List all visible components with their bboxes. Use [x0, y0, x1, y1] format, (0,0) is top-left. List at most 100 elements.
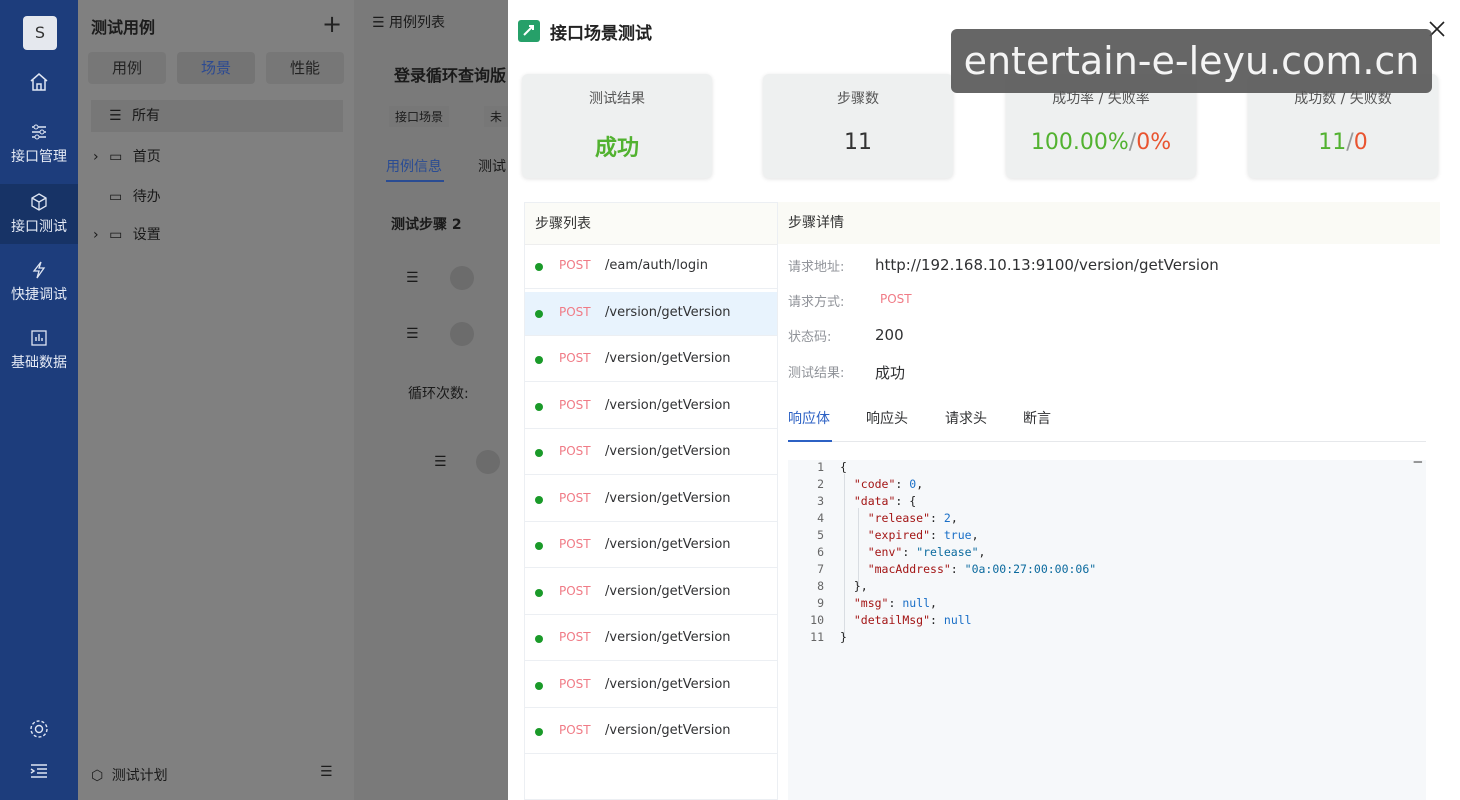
nav-interface-management[interactable]: 接口管理: [0, 122, 78, 172]
drag-handle-icon[interactable]: ☰: [406, 270, 419, 286]
case-title: 登录循环查询版: [394, 66, 507, 85]
line-number: 6: [817, 545, 824, 559]
nav-home[interactable]: [0, 72, 78, 102]
step-path: /eam/auth/login: [605, 258, 708, 273]
watermark: entertain-e-leyu.com.cn: [951, 29, 1432, 93]
segment-scene[interactable]: 场景: [177, 52, 255, 84]
step-list-item[interactable]: POST/version/getVersion: [525, 338, 777, 382]
chart-icon: [31, 330, 47, 346]
cube-icon: [31, 193, 47, 211]
nav-label: 快捷调试: [11, 287, 67, 303]
tree-item-all[interactable]: ☰ 所有: [91, 100, 343, 132]
step-method: POST: [559, 258, 591, 272]
code-line: "data": {: [853, 494, 917, 508]
avatar[interactable]: S: [23, 16, 57, 50]
success-rate: 100.00%: [1030, 130, 1129, 155]
step-path: /version/getVersion: [605, 583, 731, 599]
card-value: 100.00%/0%: [1006, 130, 1196, 155]
step-list-item[interactable]: POST/version/getVersion: [525, 570, 777, 615]
tree-item-label: 设置: [132, 227, 161, 243]
status-dot: [535, 356, 543, 364]
step-list-item[interactable]: POST/version/getVersion: [525, 431, 777, 475]
step-method: POST: [559, 537, 591, 551]
gear-icon[interactable]: [28, 718, 50, 740]
nav-label: 接口测试: [11, 219, 67, 235]
add-icon[interactable]: +: [322, 10, 342, 38]
nav-label: 基础数据: [11, 355, 67, 371]
line-number: 7: [817, 562, 824, 576]
status-dot: [535, 542, 543, 550]
status-dot: [535, 449, 543, 457]
step-path: /version/getVersion: [605, 304, 731, 320]
step-method: POST: [559, 583, 591, 598]
step-method: POST: [559, 397, 591, 412]
drawer-header: 接口场景测试: [518, 18, 652, 44]
test-result: 成功: [875, 364, 906, 382]
step-list-item[interactable]: POST/version/getVersion: [525, 384, 777, 429]
test-plan-link[interactable]: ⬡ 测试计划: [91, 765, 168, 785]
step-method: POST: [559, 351, 591, 365]
drag-handle-icon[interactable]: ☰: [406, 326, 419, 342]
tab-test[interactable]: 测试: [478, 156, 506, 176]
code-line: "expired": true,: [867, 528, 979, 542]
case-tree-panel: 测试用例 + 用例 场景 性能 ☰ 所有 › ▭ 首页 ▭ 待办 › ▭ 设置 …: [78, 0, 354, 800]
step-detail-panel: 步骤详情 请求地址: http://192.168.10.13:9100/ver…: [778, 202, 1440, 800]
tree-item-settings[interactable]: › ▭ 设置: [91, 219, 343, 251]
card-value: 11/0: [1248, 130, 1438, 155]
segment-case[interactable]: 用例: [88, 52, 166, 84]
menu-indent-icon[interactable]: [28, 760, 50, 782]
step-list-item[interactable]: POST/version/getVersion: [525, 617, 777, 661]
step-list-item[interactable]: POST/version/getVersion: [525, 477, 777, 522]
code-line: "detailMsg": null: [853, 613, 972, 627]
step-method: POST: [559, 676, 591, 691]
step-number-badge: [450, 322, 474, 346]
tree-item-label: 待办: [132, 189, 161, 205]
segment-performance[interactable]: 性能: [266, 52, 344, 84]
tree-title: 测试用例: [91, 18, 156, 37]
tab-response-headers[interactable]: 响应头: [866, 408, 908, 428]
step-method: POST: [559, 444, 591, 458]
failure-count: 0: [1353, 130, 1368, 155]
code-line: "code": 0,: [853, 477, 924, 491]
step-path: /version/getVersion: [605, 397, 731, 413]
tab-request-headers[interactable]: 请求头: [945, 408, 987, 428]
collapse-icon[interactable]: ☰: [320, 764, 333, 780]
step-path: /version/getVersion: [605, 444, 731, 459]
collapse-icon[interactable]: —: [1414, 454, 1422, 470]
step-detail-title: 步骤详情: [778, 202, 1440, 244]
status-dot: [535, 635, 543, 643]
step-list-item[interactable]: POST/version/getVersion: [525, 524, 777, 568]
loop-count-label: 循环次数:: [408, 386, 469, 402]
step-header: 测试步骤 2: [391, 217, 462, 233]
separator: /: [1346, 130, 1354, 155]
tab-response-body[interactable]: 响应体: [788, 408, 830, 428]
code-line: "msg": null,: [853, 596, 937, 610]
tree-item-todo[interactable]: ▭ 待办: [91, 181, 343, 213]
line-number: 10: [810, 613, 824, 627]
nav-base-data[interactable]: 基础数据: [0, 328, 78, 378]
step-list-item[interactable]: POST/version/getVersion: [525, 663, 777, 708]
code-line: "env": "release",: [867, 545, 986, 559]
drag-handle-icon[interactable]: ☰: [434, 454, 447, 470]
step-list-item[interactable]: POST/version/getVersion: [525, 710, 777, 754]
nav-quick-debug[interactable]: 快捷调试: [0, 260, 78, 310]
step-path: /version/getVersion: [605, 630, 731, 645]
response-body-editor[interactable]: — 1 2 3 4 5 6 7 8 9 10 11 { "code": 0, "data": { "…: [788, 454, 1426, 800]
step-list-item[interactable]: POST/version/getVersion: [525, 291, 777, 336]
home-icon: [30, 73, 48, 91]
tree-item-home[interactable]: › ▭ 首页: [91, 141, 343, 173]
step-list-item[interactable]: POST/eam/auth/login: [525, 245, 777, 289]
step-list-panel: 步骤列表 POST/eam/auth/login POST/version/get…: [524, 202, 778, 800]
status-dot: [535, 495, 543, 504]
case-list-tab[interactable]: ☰ 用例列表: [372, 12, 445, 32]
status-dot: [535, 402, 543, 411]
drawer-title: 接口场景测试: [550, 23, 652, 44]
card-label: 步骤数: [837, 91, 879, 107]
nav-interface-test[interactable]: 接口测试: [0, 184, 78, 244]
tag-scene: 接口场景: [389, 106, 450, 127]
step-method: POST: [559, 304, 591, 319]
tab-assertions[interactable]: 断言: [1023, 408, 1051, 428]
code-line: },: [840, 579, 868, 593]
step-number-badge: [476, 450, 500, 474]
tab-case-info[interactable]: 用例信息: [386, 156, 442, 176]
